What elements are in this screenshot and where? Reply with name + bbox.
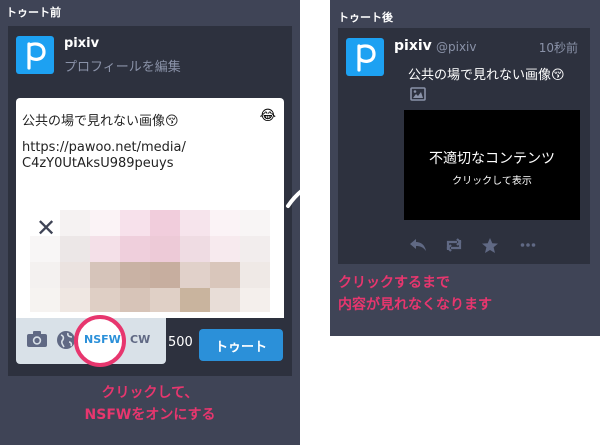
- thumbnail-pixel: [30, 262, 60, 288]
- thumbnail-pixel: [240, 288, 270, 312]
- thumbnail-pixel: [120, 236, 150, 262]
- image-icon: [410, 86, 426, 105]
- globe-icon[interactable]: [56, 330, 76, 354]
- status-card: pixiv @pixiv 10秒前 公共の場で見れない画像😚 不適切なコンテンツ…: [338, 28, 590, 264]
- nsfw-toggle-button[interactable]: NSFW: [84, 333, 121, 346]
- compose-toolbar: NSFW CW: [16, 315, 166, 367]
- thumbnail-pixel: [180, 288, 210, 312]
- sensitive-content-title: 不適切なコンテンツ: [429, 151, 555, 167]
- emoji-picker-button[interactable]: 😂: [260, 108, 276, 124]
- arrow-icon: [284, 172, 328, 216]
- before-caption: クリックして、 NSFWをオンにする: [0, 382, 300, 426]
- reply-icon[interactable]: [408, 236, 428, 254]
- compose-form: pixiv プロフィールを編集 公共の場で見れない画像😚 😂 https://p…: [8, 26, 292, 376]
- compose-url-line1: https://pawoo.net/media/: [22, 140, 186, 155]
- thumbnail-pixel: [210, 262, 240, 288]
- thumbnail-pixel: [210, 288, 240, 312]
- thumbnail-pixel: [180, 236, 210, 262]
- avatar[interactable]: [346, 38, 384, 76]
- account-name: pixiv: [64, 36, 100, 51]
- before-caption-line1: クリックして、: [101, 385, 199, 401]
- status-text: 公共の場で見れない画像😚: [408, 68, 565, 83]
- star-icon[interactable]: [480, 236, 500, 254]
- after-caption-line2: 内容が見れなくなります: [338, 297, 492, 313]
- thumbnail-pixel: [210, 236, 240, 262]
- status-display-name[interactable]: pixiv: [394, 38, 432, 54]
- avatar[interactable]: [16, 36, 54, 74]
- thumbnail-pixel: [120, 210, 150, 236]
- thumbnail-pixel: [180, 262, 210, 288]
- thumbnail-pixel: [180, 210, 210, 236]
- pixiv-logo-icon: [357, 44, 376, 72]
- toot-button[interactable]: トゥート: [199, 329, 283, 361]
- compose-url: https://pawoo.net/media/ C4zY0UtAksU989p…: [22, 140, 186, 172]
- status-timestamp[interactable]: 10秒前: [539, 39, 578, 56]
- thumbnail-pixel: [90, 288, 120, 312]
- thumbnail-pixel: [60, 210, 90, 236]
- character-counter: 500: [168, 335, 193, 350]
- compose-text: 公共の場で見れない画像😚: [22, 114, 179, 129]
- thumbnail-pixel: [60, 236, 90, 262]
- before-header: トゥート前: [6, 6, 61, 19]
- thumbnail-pixel: [120, 262, 150, 288]
- boost-icon[interactable]: [444, 236, 464, 254]
- after-header: トゥート後: [338, 11, 393, 24]
- click-to-show-label: クリックして表示: [452, 176, 532, 187]
- thumbnail-pixel: [150, 288, 180, 312]
- compose-url-line2: C4zY0UtAksU989peuys: [22, 156, 174, 171]
- camera-icon[interactable]: [26, 330, 48, 352]
- thumbnail-pixel: [30, 288, 60, 312]
- status-handle: @pixiv: [436, 40, 477, 54]
- thumbnail-pixel: [150, 236, 180, 262]
- thumbnail-pixel: [240, 210, 270, 236]
- remove-media-icon[interactable]: ✕: [36, 214, 56, 242]
- thumbnail-pixel: [120, 288, 150, 312]
- thumbnail-pixel: [60, 288, 90, 312]
- thumbnail-pixel: [90, 262, 120, 288]
- compose-textarea[interactable]: 公共の場で見れない画像😚 😂 https://pawoo.net/media/ …: [16, 98, 284, 318]
- thumbnail-pixel: [150, 210, 180, 236]
- thumbnail-pixel: [90, 210, 120, 236]
- after-caption: クリックするまで 内容が見れなくなります: [330, 272, 600, 316]
- after-caption-line1: クリックするまで: [338, 275, 450, 291]
- before-caption-line2: NSFWをオンにする: [84, 407, 216, 423]
- thumbnail-pixel: [240, 236, 270, 262]
- thumbnail-pixel: [150, 262, 180, 288]
- sensitive-media-overlay[interactable]: 不適切なコンテンツ クリックして表示: [404, 110, 580, 220]
- edit-profile-link[interactable]: プロフィールを編集: [64, 56, 181, 75]
- more-icon[interactable]: [518, 236, 538, 254]
- media-thumbnail: [30, 210, 270, 312]
- cw-toggle-button[interactable]: CW: [130, 333, 150, 346]
- thumbnail-pixel: [210, 210, 240, 236]
- thumbnail-pixel: [60, 262, 90, 288]
- pixiv-logo-icon: [27, 42, 46, 70]
- thumbnail-pixel: [90, 236, 120, 262]
- thumbnail-pixel: [240, 262, 270, 288]
- before-panel: トゥート前 pixiv プロフィールを編集 公共の場で見れない画像😚 😂 htt…: [0, 0, 300, 445]
